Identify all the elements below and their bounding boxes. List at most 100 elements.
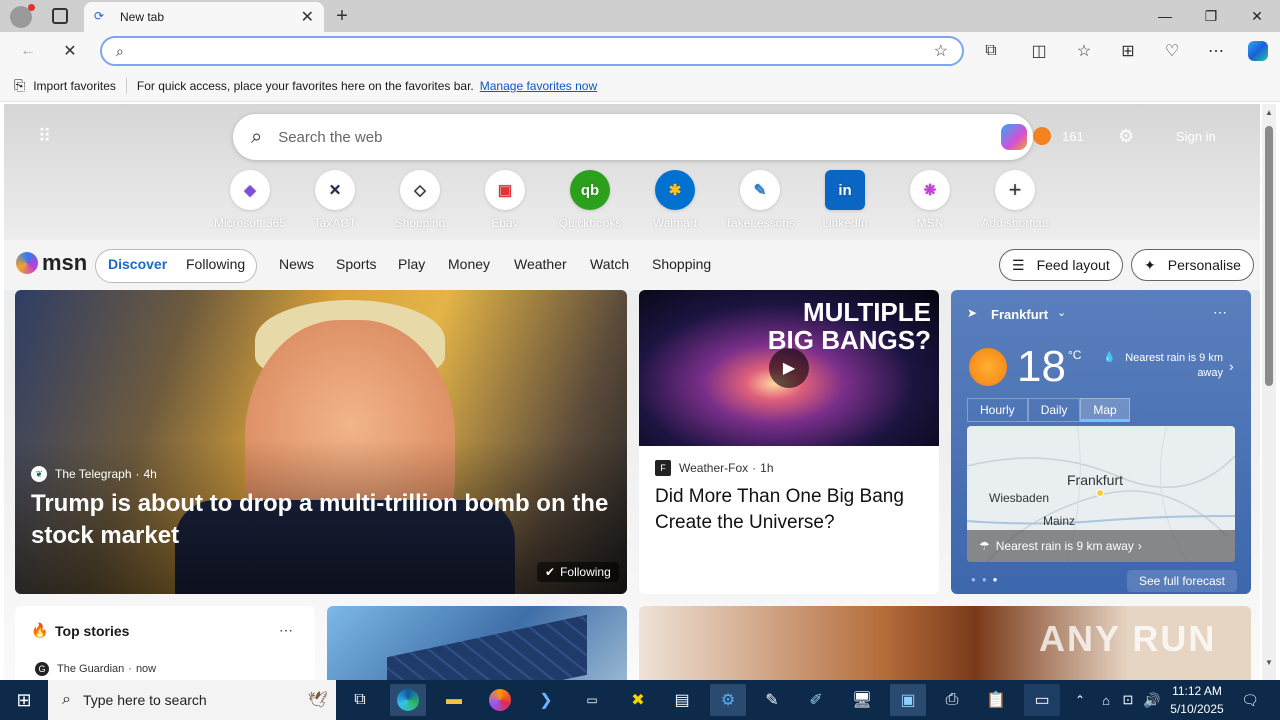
feature-story-card[interactable]: ANY RUN bbox=[639, 606, 1251, 680]
more-menu-icon[interactable]: ⋯ bbox=[1202, 38, 1230, 64]
monitor-app-icon[interactable]: 🖥 bbox=[844, 684, 880, 716]
shortcut-takelessons[interactable]: ✎ TakeLessons bbox=[718, 170, 802, 230]
more-options-icon[interactable]: ⋯ bbox=[279, 622, 293, 639]
terminal-icon[interactable]: ▭ bbox=[574, 684, 610, 716]
tab-following[interactable]: Following bbox=[186, 256, 245, 272]
shortcut-quickbooks[interactable]: qb Quickbooks bbox=[548, 170, 632, 230]
sign-in-button[interactable]: Sign in bbox=[1176, 129, 1216, 144]
msn-logo[interactable]: msn bbox=[16, 250, 87, 276]
weather-map[interactable]: Frankfurt Wiesbaden Mainz ☂ Nearest rain… bbox=[967, 426, 1235, 562]
settings-gear-icon[interactable]: ⚙ bbox=[1118, 126, 1134, 147]
start-button[interactable]: ⊞ bbox=[6, 684, 42, 716]
collections-icon[interactable]: ⊞ bbox=[1114, 38, 1142, 64]
shortcut-walmart[interactable]: ✱ Walmart bbox=[633, 170, 717, 230]
main-story-title[interactable]: Trump is about to drop a multi-trillion … bbox=[31, 488, 611, 552]
shortcut-microsoft-365[interactable]: ◆ Microsoft 365 bbox=[208, 170, 292, 230]
tab-discover[interactable]: Discover bbox=[108, 256, 167, 272]
file-explorer-icon[interactable]: ▬ bbox=[436, 684, 472, 716]
web-search-box[interactable]: ⌕ Search the web bbox=[233, 114, 1033, 160]
play-button-icon[interactable]: ▶ bbox=[769, 348, 809, 388]
nav-play[interactable]: Play bbox=[398, 256, 425, 272]
weather-card[interactable]: ➤ Frankfurt ⌄ ⋯ 18 °C 💧 Nearest rain is … bbox=[951, 290, 1251, 594]
taskbar-search[interactable]: ⌕ Type here to search 🕊 bbox=[48, 680, 336, 720]
shortcut-msn[interactable]: ❋ MSN bbox=[888, 170, 972, 230]
restore-button[interactable]: ❐ bbox=[1188, 0, 1234, 32]
weather-city[interactable]: Frankfurt bbox=[991, 307, 1048, 322]
copilot-icon[interactable] bbox=[1244, 38, 1272, 64]
shortcut-shopping[interactable]: ◇ Shopping bbox=[378, 170, 462, 230]
nav-sports[interactable]: Sports bbox=[336, 256, 376, 272]
more-options-icon[interactable]: ⋯ bbox=[1213, 304, 1227, 321]
nav-money[interactable]: Money bbox=[448, 256, 490, 272]
nav-weather[interactable]: Weather bbox=[514, 256, 567, 272]
feed-layout-button[interactable]: ☰ Feed layout bbox=[999, 249, 1123, 281]
page-scrollbar[interactable]: ▲ ▼ bbox=[1262, 104, 1276, 680]
network-app-icon[interactable]: ⚙ bbox=[710, 684, 746, 716]
back-button[interactable]: ← bbox=[14, 38, 42, 64]
browser-essentials-icon[interactable]: ♡ bbox=[1158, 38, 1186, 64]
app-window-icon[interactable]: ▤ bbox=[664, 684, 700, 716]
map-rain-banner[interactable]: ☂ Nearest rain is 9 km away › bbox=[967, 530, 1235, 562]
rewards-icon[interactable] bbox=[1033, 127, 1051, 145]
new-tab-button[interactable]: + bbox=[330, 4, 354, 28]
shortcut-ebay[interactable]: ▣ Ebay bbox=[463, 170, 547, 230]
top-stories-card[interactable]: 🔥 Top stories ⋯ G The Guardian · now bbox=[15, 606, 315, 680]
close-window-button[interactable]: ✕ bbox=[1234, 0, 1280, 32]
apps-launcher-icon[interactable]: ⠿ bbox=[38, 126, 58, 146]
clock-date[interactable]: 5/10/2025 bbox=[1164, 702, 1230, 716]
import-favorites-button[interactable]: Import favorites bbox=[33, 79, 116, 93]
following-badge[interactable]: ✔ Following bbox=[537, 562, 619, 582]
see-full-forecast-button[interactable]: See full forecast bbox=[1127, 570, 1237, 592]
clock-time[interactable]: 11:12 AM bbox=[1168, 684, 1226, 698]
side-story-title[interactable]: Did More Than One Big Bang Create the Un… bbox=[655, 484, 931, 536]
close-tab-icon[interactable]: ✕ bbox=[301, 7, 314, 27]
taskbar-search-input[interactable]: Type here to search bbox=[83, 692, 207, 708]
shortcut-taxact[interactable]: ✕ TaxACT bbox=[293, 170, 377, 230]
nav-news[interactable]: News bbox=[279, 256, 314, 272]
personalise-label: Personalise bbox=[1167, 257, 1241, 273]
tool-app-icon[interactable]: ✎ bbox=[754, 684, 790, 716]
scroll-down-arrow-icon[interactable]: ▼ bbox=[1265, 658, 1273, 667]
carousel-dots[interactable]: ●●● bbox=[971, 575, 1004, 584]
stop-loading-button[interactable]: ✕ bbox=[56, 38, 84, 64]
taskbar-window-icon[interactable]: ▭ bbox=[1024, 684, 1060, 716]
copilot-search-icon[interactable] bbox=[1001, 124, 1027, 150]
chevron-right-icon[interactable]: › bbox=[1229, 358, 1234, 374]
nav-watch[interactable]: Watch bbox=[590, 256, 629, 272]
extensions-icon[interactable]: ⧉ bbox=[977, 38, 1005, 64]
favorite-star-icon[interactable]: ☆ bbox=[934, 41, 948, 61]
favorites-bar: ⎘ Import favorites For quick access, pla… bbox=[0, 70, 1280, 102]
nav-shopping[interactable]: Shopping bbox=[652, 256, 711, 272]
split-screen-icon[interactable]: ◫ bbox=[1025, 38, 1053, 64]
notifications-icon[interactable]: 🗨 bbox=[1232, 684, 1268, 716]
manage-favorites-link[interactable]: Manage favorites now bbox=[480, 79, 597, 93]
solar-story-card[interactable] bbox=[327, 606, 627, 680]
shortcut-linkedin[interactable]: in LinkedIn bbox=[803, 170, 887, 230]
minimize-button[interactable]: — bbox=[1142, 0, 1188, 32]
main-story-card[interactable]: ❦ The Telegraph · 4h Trump is about to d… bbox=[15, 290, 627, 594]
tab-actions-icon[interactable] bbox=[52, 8, 68, 24]
powershell-icon[interactable]: ❯ bbox=[528, 684, 564, 716]
rewards-points[interactable]: 161 bbox=[1062, 129, 1084, 144]
clipboard-app-icon[interactable]: 📋 bbox=[978, 684, 1014, 716]
chevron-down-icon[interactable]: ⌄ bbox=[1057, 306, 1066, 319]
firefox-icon[interactable] bbox=[482, 684, 518, 716]
notes-app-icon[interactable]: ✐ bbox=[798, 684, 834, 716]
task-view-icon[interactable]: ⧉ bbox=[342, 684, 378, 716]
personalise-button[interactable]: ✦ Personalise bbox=[1131, 249, 1254, 281]
address-bar[interactable]: ⌕ ☆ bbox=[100, 36, 964, 66]
printer-app-icon[interactable]: ⎙ bbox=[934, 684, 970, 716]
scroll-up-arrow-icon[interactable]: ▲ bbox=[1265, 108, 1273, 117]
side-story-card[interactable]: MULTIPLE BIG BANGS? ▶ F Weather-Fox · 1h… bbox=[639, 290, 939, 594]
add-shortcut-button[interactable]: + Add shortcut bbox=[973, 170, 1057, 230]
tab-map[interactable]: Map bbox=[1080, 398, 1130, 422]
web-search-input[interactable]: Search the web bbox=[278, 129, 382, 146]
xming-icon[interactable]: ✖ bbox=[620, 684, 656, 716]
tab-new-tab[interactable]: ⟳ New tab ✕ bbox=[84, 2, 324, 32]
scroll-thumb[interactable] bbox=[1265, 126, 1273, 386]
edge-taskbar-icon[interactable] bbox=[390, 684, 426, 716]
favorites-icon[interactable]: ☆ bbox=[1070, 38, 1098, 64]
tab-hourly[interactable]: Hourly bbox=[967, 398, 1028, 422]
tab-daily[interactable]: Daily bbox=[1027, 398, 1081, 422]
window-app-icon[interactable]: ▣ bbox=[890, 684, 926, 716]
